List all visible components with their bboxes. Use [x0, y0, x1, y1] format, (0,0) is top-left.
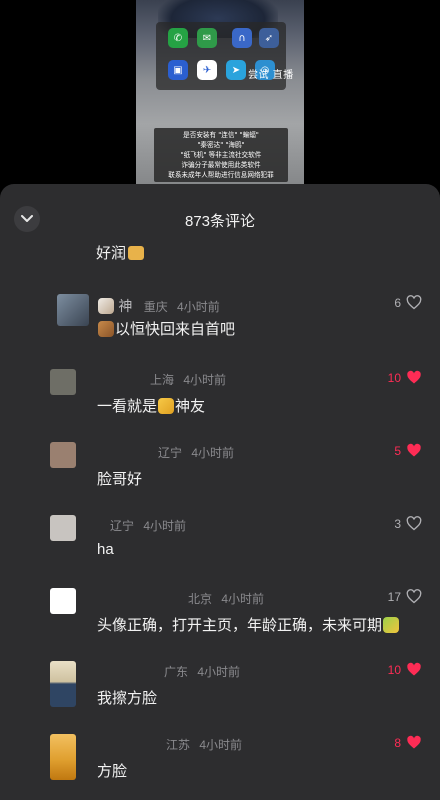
- telegram-icon: ➤: [226, 60, 246, 80]
- comment-meta: 辽宁 4小时前: [110, 517, 186, 534]
- avatar[interactable]: [50, 588, 76, 614]
- bird-app-icon: ➶: [259, 28, 279, 48]
- comment-meta: 神 重庆 4小时前: [97, 296, 220, 316]
- comment-time: 4小时前: [191, 446, 235, 460]
- comment-location: 辽宁: [158, 446, 183, 460]
- warning-line: 是否安装有 "连信" "蝙蝠": [183, 130, 259, 139]
- warning-line: "纸飞机" 等非主流社交软件: [180, 150, 262, 159]
- arch-app-icon: ∩: [232, 28, 252, 48]
- heart-filled-icon: [407, 370, 421, 384]
- comment-meta: 辽宁 4小时前: [158, 444, 234, 461]
- like-count: 17: [387, 589, 401, 604]
- comment-meta: 上海 4小时前: [150, 371, 226, 388]
- comment-time: 4小时前: [177, 300, 220, 314]
- comment-meta: 广东 4小时前: [164, 663, 240, 680]
- comment-meta: 北京 4小时前: [188, 590, 264, 607]
- like-button[interactable]: 8: [394, 735, 422, 750]
- comment-location: 广东: [164, 665, 189, 679]
- comment-text[interactable]: ha: [97, 541, 114, 558]
- comment-location: 辽宁: [110, 519, 135, 533]
- comment-panel: 873条评论 好润 神 重庆 4小时前 以恒快回来自首吧 6 上海 4小时前 一…: [0, 184, 440, 800]
- like-count: 3: [394, 516, 401, 531]
- avatar[interactable]: [50, 515, 76, 541]
- like-count: 10: [387, 662, 401, 677]
- heart-filled-icon: [407, 735, 421, 749]
- avatar[interactable]: [50, 442, 76, 468]
- like-count: 5: [394, 443, 401, 458]
- comment-location: 上海: [150, 373, 175, 387]
- chat-bubble-icon: ✉: [197, 28, 217, 48]
- video-preview[interactable]: ✆ ✉ ∩ ➶ ▣ ✈ ➤ ◎ 尝试 直播 是否安装有 "连信" "蝙蝠" "秦…: [0, 0, 440, 200]
- bat-app-icon: ✈: [197, 60, 217, 80]
- heart-filled-icon: [407, 662, 421, 676]
- comment-text[interactable]: 头像正确，打开主页，年龄正确，未来可期: [97, 614, 400, 635]
- comment-time: 4小时前: [221, 592, 265, 606]
- like-button[interactable]: 10: [388, 662, 422, 677]
- comment-item[interactable]: 上海 4小时前 一看就是 神友 10: [0, 369, 440, 441]
- handshake-emoji-icon: [128, 246, 145, 260]
- comment-author[interactable]: 神: [118, 298, 132, 314]
- avatar[interactable]: [50, 734, 76, 780]
- comment-item[interactable]: 辽宁 4小时前 ha 3: [0, 515, 440, 587]
- comment-location: 江苏: [166, 738, 191, 752]
- like-count: 8: [394, 735, 401, 750]
- square-app-icon: ▣: [168, 60, 188, 80]
- comment-text-content: 以恒快回来自首吧: [115, 321, 236, 338]
- thumbs-up-emoji-icon: [158, 398, 175, 414]
- warning-line: 诈骗分子最常使用此类软件: [181, 160, 261, 169]
- comment-item[interactable]: 神 重庆 4小时前 以恒快回来自首吧 6: [0, 294, 440, 366]
- comment-time: 4小时前: [143, 519, 187, 533]
- thumbs-up-emoji-icon: [383, 617, 400, 633]
- like-button[interactable]: 5: [394, 443, 422, 458]
- comment-location: 重庆: [143, 300, 168, 314]
- cow-emoji-icon: [98, 298, 114, 314]
- heart-filled-icon: [407, 443, 421, 457]
- comment-time: 4小时前: [197, 665, 241, 679]
- comment-text[interactable]: 脸哥好: [97, 468, 142, 489]
- comment-time: 4小时前: [199, 738, 243, 752]
- comment-location: 北京: [188, 592, 213, 606]
- comment-text[interactable]: 我擦方脸: [97, 687, 157, 708]
- partial-comment-text: 好润: [96, 245, 127, 262]
- like-button[interactable]: 17: [388, 589, 422, 604]
- comment-meta: 江苏 4小时前: [166, 736, 242, 753]
- comment-text-suffix: 神友: [175, 398, 206, 415]
- like-button[interactable]: 6: [394, 295, 422, 310]
- whatsapp-icon: ✆: [168, 28, 188, 48]
- comment-item[interactable]: 江苏 4小时前 方脸 8: [0, 734, 440, 800]
- warning-line: "秦密达" "海鸥": [197, 140, 245, 149]
- deer-emoji-icon: [98, 321, 114, 337]
- comment-item[interactable]: 广东 4小时前 我擦方脸 10: [0, 661, 440, 733]
- avatar[interactable]: [50, 661, 76, 707]
- like-count: 6: [394, 295, 401, 310]
- comment-text[interactable]: 方脸: [97, 760, 127, 781]
- like-button[interactable]: 3: [394, 516, 422, 531]
- comment-panel-header: 873条评论: [0, 184, 440, 256]
- warning-caption: 是否安装有 "连信" "蝙蝠" "秦密达" "海鸥" "纸飞机" 等非主流社交软…: [154, 128, 288, 182]
- like-button[interactable]: 10: [388, 370, 422, 385]
- comment-text[interactable]: 以恒快回来自首吧: [97, 318, 235, 339]
- like-count: 10: [387, 370, 401, 385]
- comment-time: 4小时前: [183, 373, 227, 387]
- avatar[interactable]: [50, 369, 76, 395]
- comment-text-content: 一看就是: [97, 398, 158, 415]
- comment-item[interactable]: 北京 4小时前 头像正确，打开主页，年龄正确，未来可期 17: [0, 588, 440, 660]
- warning-line: 联系未成年人帮助进行信息网络犯罪: [168, 170, 274, 179]
- video-overlay-text: 尝试 直播: [248, 70, 294, 81]
- heart-outline-icon: [406, 516, 422, 531]
- avatar[interactable]: [57, 294, 89, 326]
- comment-count-title: 873条评论: [184, 213, 256, 230]
- comment-text[interactable]: 一看就是 神友: [97, 395, 205, 416]
- partial-comment: 好润: [96, 242, 145, 268]
- video-frame[interactable]: ✆ ✉ ∩ ➶ ▣ ✈ ➤ ◎ 尝试 直播 是否安装有 "连信" "蝙蝠" "秦…: [136, 0, 304, 200]
- heart-outline-icon: [406, 589, 422, 604]
- comment-text-content: 头像正确，打开主页，年龄正确，未来可期: [97, 617, 383, 634]
- heart-outline-icon: [406, 295, 422, 310]
- comment-item[interactable]: 辽宁 4小时前 脸哥好 5: [0, 442, 440, 514]
